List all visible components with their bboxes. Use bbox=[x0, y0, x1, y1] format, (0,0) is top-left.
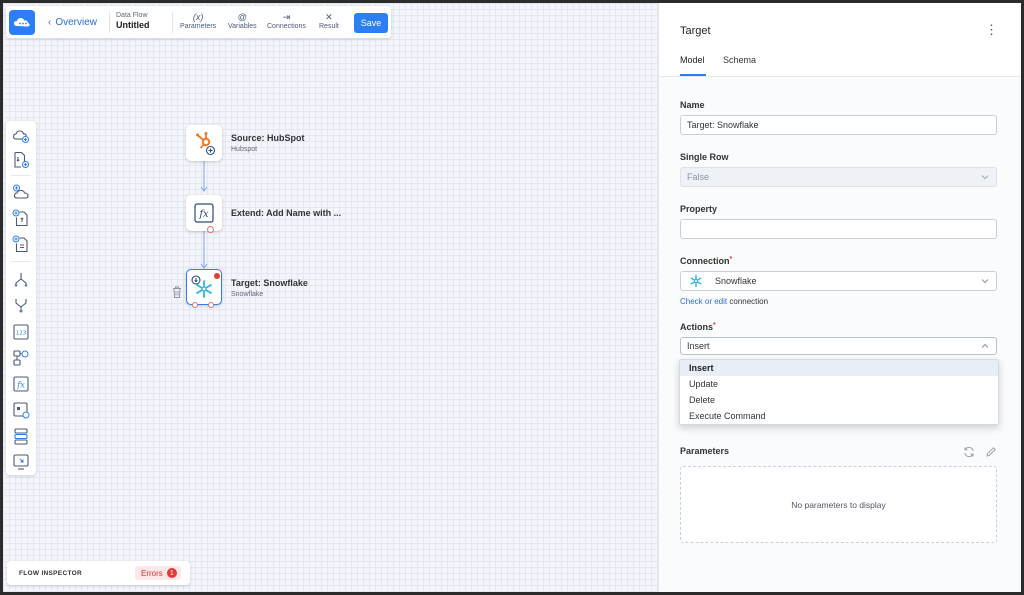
chevron-up-icon bbox=[981, 342, 989, 350]
name-value: Target: Snowflake bbox=[687, 120, 759, 130]
connection-label-text: Connection bbox=[680, 256, 730, 266]
errors-label: Errors bbox=[141, 568, 163, 578]
source-node-subtitle: Hubspot bbox=[231, 146, 258, 153]
panel-title: Target bbox=[680, 25, 711, 37]
single-row-value: False bbox=[687, 172, 710, 182]
flow-inspector-bar[interactable]: FLOW INSPECTOR Errors 1 bbox=[7, 561, 190, 585]
actions-label-text: Actions bbox=[680, 322, 714, 332]
more-options-icon[interactable]: ⋮ bbox=[985, 23, 998, 37]
extend-node[interactable]: fx bbox=[186, 195, 222, 233]
app-frame: ‹ Overview Data Flow Untitled (x) Parame… bbox=[3, 3, 1021, 592]
parameters-empty-text: No parameters to display bbox=[791, 499, 886, 510]
required-marker: * bbox=[729, 256, 733, 263]
check-connection-link[interactable]: Check or edit bbox=[680, 297, 727, 306]
output-port[interactable] bbox=[208, 302, 214, 308]
actions-value: Insert bbox=[687, 341, 710, 351]
errors-button[interactable]: Errors 1 bbox=[135, 566, 181, 580]
error-indicator bbox=[214, 273, 220, 279]
name-field[interactable]: Target: Snowflake bbox=[680, 115, 997, 135]
dropdown-option-update[interactable]: Update bbox=[680, 376, 998, 392]
flow-inspector-label: FLOW INSPECTOR bbox=[19, 570, 82, 577]
hubspot-icon bbox=[196, 132, 216, 156]
dropdown-option-insert[interactable]: Insert bbox=[680, 360, 998, 376]
single-row-label: Single Row bbox=[680, 152, 729, 162]
target-node-title: Target: Snowflake bbox=[231, 278, 308, 288]
chevron-down-icon bbox=[981, 173, 989, 181]
connection-helper: Check or edit connection bbox=[680, 297, 768, 306]
actions-select[interactable]: Insert bbox=[680, 337, 997, 355]
function-icon: fx bbox=[194, 203, 214, 223]
property-field[interactable] bbox=[680, 219, 997, 239]
actions-label: Actions* bbox=[680, 322, 716, 332]
connection-value: Snowflake bbox=[715, 276, 757, 286]
refresh-icon[interactable] bbox=[963, 446, 975, 458]
connection-select[interactable]: Snowflake bbox=[680, 271, 997, 291]
source-hubspot-node[interactable] bbox=[186, 125, 222, 161]
property-label: Property bbox=[680, 204, 718, 214]
properties-panel: Target ⋮ Model Schema Name Target: Snowf… bbox=[658, 3, 1021, 592]
parameters-empty-box: No parameters to display bbox=[680, 466, 997, 543]
target-snowflake-node[interactable] bbox=[186, 269, 222, 308]
dropdown-option-execute-command[interactable]: Execute Command bbox=[680, 408, 998, 424]
tab-schema[interactable]: Schema bbox=[723, 55, 756, 65]
extend-node-title: Extend: Add Name with ... bbox=[231, 208, 342, 218]
source-node-title: Source: HubSpot bbox=[231, 133, 305, 143]
delete-node-icon[interactable] bbox=[171, 285, 183, 299]
connection-label: Connection* bbox=[680, 256, 732, 266]
flow-canvas[interactable]: ‹ Overview Data Flow Untitled (x) Parame… bbox=[3, 3, 658, 592]
name-label: Name bbox=[680, 100, 705, 110]
actions-dropdown-menu: Insert Update Delete Execute Command bbox=[679, 359, 999, 425]
dropdown-option-delete[interactable]: Delete bbox=[680, 392, 998, 408]
svg-text:fx: fx bbox=[198, 209, 209, 220]
parameters-label: Parameters bbox=[680, 446, 730, 456]
snowflake-icon bbox=[690, 274, 702, 288]
chevron-down-icon bbox=[981, 277, 989, 285]
active-tab-indicator bbox=[680, 74, 706, 76]
output-port[interactable] bbox=[192, 302, 198, 308]
flow-connectors bbox=[200, 161, 208, 269]
required-marker: * bbox=[713, 322, 716, 329]
errors-count-badge: 1 bbox=[166, 568, 177, 578]
target-node-subtitle: Snowflake bbox=[231, 291, 264, 298]
single-row-select: False bbox=[680, 167, 997, 187]
helper-text: connection bbox=[727, 297, 769, 306]
edit-icon[interactable] bbox=[985, 446, 997, 458]
output-port[interactable] bbox=[207, 226, 214, 233]
tab-model[interactable]: Model bbox=[680, 55, 705, 65]
